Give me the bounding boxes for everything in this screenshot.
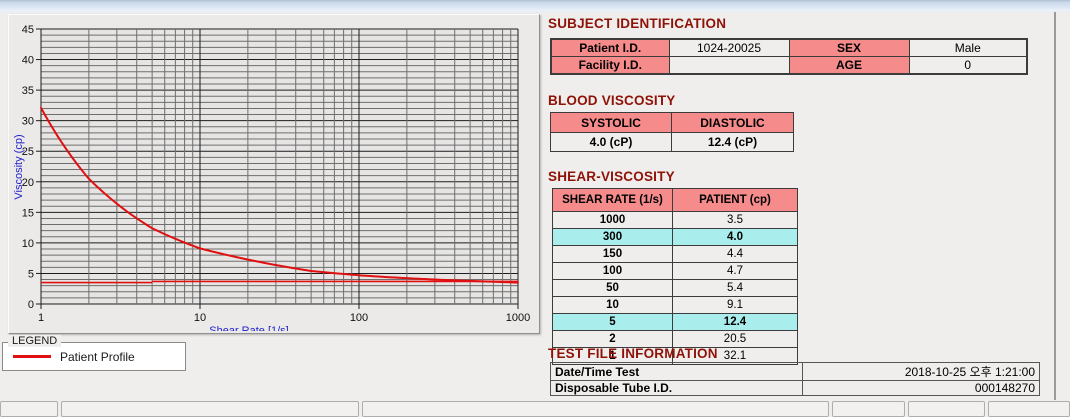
svg-text:30: 30 [22,116,34,128]
shear-rate-cell: 2 [553,331,673,348]
svg-text:Shear Rate [1/s]: Shear Rate [1/s] [209,325,289,331]
table-row: 505.4 [553,280,798,297]
viscosity-chart-panel: 0510152025303540451101001000Shear Rate [… [8,14,540,334]
shear-viscosity-chart: 0510152025303540451101001000Shear Rate [… [9,15,537,331]
blood-viscosity-title: BLOOD VISCOSITY [548,93,676,108]
disposable-tube-id-label: Disposable Tube I.D. [551,381,803,396]
svg-text:45: 45 [22,24,34,36]
svg-text:Viscosity (cp): Viscosity (cp) [13,134,25,199]
table-row: 10003.5 [553,212,798,229]
shear-rate-cell: 10 [553,297,673,314]
svg-text:10: 10 [194,312,206,324]
window-top-strip [0,0,1070,12]
facility-id-label: Facility I.D. [551,57,669,75]
svg-text:35: 35 [22,85,34,97]
patient-cp-cell: 4.0 [673,229,798,246]
date-time-test-value: 2018-10-25 오후 1:21:00 [803,363,1040,381]
table-row: SYSTOLIC DIASTOLIC [551,113,794,133]
diastolic-value: 12.4 (cP) [672,133,794,152]
patient-id-value: 1024-20025 [669,39,789,57]
shear-rate-cell: 100 [553,263,673,280]
subject-identification-table: Patient I.D. 1024-20025 SEX Male Facilit… [550,38,1028,75]
blood-viscosity-table: SYSTOLIC DIASTOLIC 4.0 (cP) 12.4 (cP) [550,112,794,152]
patient-cp-cell: 4.7 [673,263,798,280]
table-row: 3004.0 [553,229,798,246]
test-file-information-title: TEST FILE INFORMATION [548,346,718,361]
legend-groupbox: LEGEND Patient Profile [2,342,186,371]
shear-rate-cell: 5 [553,314,673,331]
svg-text:1000: 1000 [506,312,530,324]
shear-rate-cell: 50 [553,280,673,297]
facility-id-value [669,57,789,75]
table-row: 512.4 [553,314,798,331]
status-bar [0,400,1070,415]
table-row: Patient I.D. 1024-20025 SEX Male [551,39,1027,57]
legend-title: LEGEND [8,335,61,347]
table-row: SHEAR RATE (1/s) PATIENT (cp) [553,189,798,212]
sex-value: Male [909,39,1027,57]
legend-entry-label: Patient Profile [60,350,135,364]
table-row: Disposable Tube I.D. 000148270 [551,381,1040,396]
svg-text:1: 1 [38,312,44,324]
disposable-tube-id-value: 000148270 [803,381,1040,396]
table-row: 1504.4 [553,246,798,263]
age-value: 0 [909,57,1027,75]
patient-cp-cell: 5.4 [673,280,798,297]
table-row: 109.1 [553,297,798,314]
table-row: 4.0 (cP) 12.4 (cP) [551,133,794,152]
test-file-information-table: Date/Time Test 2018-10-25 오후 1:21:00 Dis… [550,362,1040,396]
patient-cp-cell: 12.4 [673,314,798,331]
patient-cp-header: PATIENT (cp) [673,189,798,212]
shear-rate-cell: 150 [553,246,673,263]
systolic-value: 4.0 (cP) [551,133,672,152]
table-row: 220.5 [553,331,798,348]
shear-viscosity-title: SHEAR-VISCOSITY [548,169,675,184]
patient-cp-cell: 3.5 [673,212,798,229]
patient-profile-line-swatch [13,355,51,358]
table-row: Date/Time Test 2018-10-25 오후 1:21:00 [551,363,1040,381]
svg-text:5: 5 [28,268,34,280]
patient-cp-cell: 9.1 [673,297,798,314]
systolic-header: SYSTOLIC [551,113,672,133]
date-time-test-label: Date/Time Test [551,363,803,381]
window-right-border [1054,12,1056,402]
svg-text:100: 100 [350,312,368,324]
svg-text:10: 10 [22,238,34,250]
diastolic-header: DIASTOLIC [672,113,794,133]
patient-cp-cell: 20.5 [673,331,798,348]
shear-rate-header: SHEAR RATE (1/s) [553,189,673,212]
shear-rate-cell: 1000 [553,212,673,229]
patient-cp-cell: 4.4 [673,246,798,263]
svg-text:0: 0 [28,299,34,311]
patient-id-label: Patient I.D. [551,39,669,57]
svg-text:15: 15 [22,207,34,219]
shear-rate-cell: 300 [553,229,673,246]
table-row: Facility I.D. AGE 0 [551,57,1027,75]
shear-viscosity-table: SHEAR RATE (1/s) PATIENT (cp) 10003.5 30… [552,188,798,365]
subject-identification-title: SUBJECT IDENTIFICATION [548,16,726,31]
svg-text:40: 40 [22,55,34,67]
table-row: 1004.7 [553,263,798,280]
sex-label: SEX [789,39,909,57]
age-label: AGE [789,57,909,75]
